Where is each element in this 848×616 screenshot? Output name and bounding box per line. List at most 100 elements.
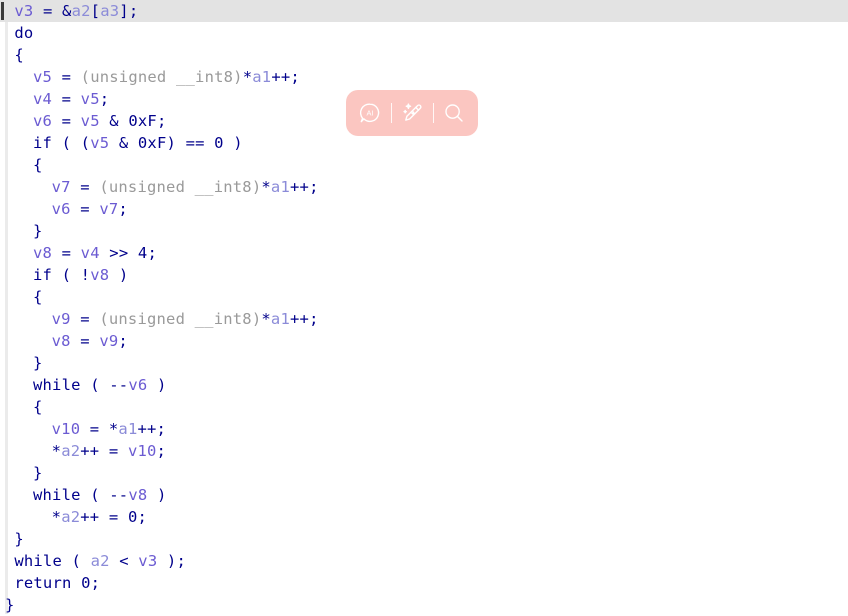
code-line[interactable]: {	[0, 154, 848, 176]
toolbar-divider-1	[390, 103, 392, 123]
code-token-punc: ;	[128, 2, 139, 20]
code-token-local: v8	[32, 244, 53, 262]
code-token-punc: ++ =	[80, 442, 128, 460]
code-token-punc: *	[242, 68, 253, 86]
code-token-punc: ;	[90, 574, 101, 592]
code-line-text: v4 = v5;	[28, 88, 109, 110]
code-token-punc: }	[32, 354, 43, 372]
code-line[interactable]: }	[0, 462, 848, 484]
code-token-local: v9	[51, 310, 71, 328]
code-token-num: 0	[214, 134, 224, 152]
code-line[interactable]: *a2++ = v10;	[0, 440, 848, 462]
code-token-local: v10	[127, 442, 157, 460]
ai-assistant-icon[interactable]: AI	[355, 98, 385, 128]
code-line[interactable]: while ( --v6 )	[0, 374, 848, 396]
code-token-punc: =	[42, 2, 53, 20]
code-token-punc: *	[51, 442, 62, 460]
code-token-kw: return	[14, 574, 72, 592]
code-token-num: 4	[137, 244, 148, 262]
code-line-text: while ( a2 < v3 );	[9, 550, 186, 572]
code-token-punc: ++;	[271, 68, 300, 86]
code-line[interactable]: v8 = v4 >> 4;	[0, 242, 848, 264]
code-token-arg: a1	[118, 420, 138, 438]
code-line[interactable]: v8 = v9;	[0, 330, 848, 352]
code-token-punc: {	[14, 46, 24, 64]
search-icon[interactable]	[439, 98, 469, 128]
ai-floating-toolbar[interactable]: AI	[346, 90, 478, 136]
code-line[interactable]: if ( !v8 )	[0, 264, 848, 286]
code-token-punc: {	[32, 288, 43, 306]
code-line-text: v3 = &a2[a3];	[9, 0, 138, 22]
code-token-punc: }	[32, 222, 43, 240]
code-token-punc: =	[52, 68, 81, 86]
code-token-local: v9	[99, 332, 119, 350]
code-editor[interactable]: v3 = &a2[a3]; do{v5 = (unsigned __int8)*a…	[0, 0, 848, 614]
code-token-local: v4	[32, 90, 53, 108]
code-token-punc: ( --	[80, 486, 129, 504]
code-token-local: v5	[80, 112, 100, 130]
code-line-text: v5 = (unsigned __int8)*a1++;	[28, 66, 300, 88]
code-line-text: {	[9, 44, 24, 66]
code-token-local: v3	[138, 552, 158, 570]
code-token-punc: ++ =	[80, 508, 128, 526]
code-token-arg: a3	[100, 2, 120, 20]
code-line-text: v8 = v4 >> 4;	[28, 242, 157, 264]
code-token-punc: ;	[156, 112, 167, 130]
code-token-punc: );	[157, 552, 186, 570]
code-token-arg: a2	[71, 2, 91, 20]
code-line-text: {	[28, 154, 43, 176]
code-token-punc: ;	[147, 244, 157, 262]
code-line-text: }	[28, 220, 43, 242]
code-line[interactable]: while ( a2 < v3 );	[0, 550, 848, 572]
code-line[interactable]: v3 = &a2[a3];	[0, 0, 848, 22]
svg-text:AI: AI	[367, 109, 374, 118]
code-token-local: v6	[128, 376, 148, 394]
code-token-punc: ) ==	[166, 134, 215, 152]
code-token-punc: =	[80, 420, 109, 438]
code-token-punc: {	[32, 398, 43, 416]
code-line[interactable]: }	[0, 528, 848, 550]
code-line[interactable]: v7 = (unsigned __int8)*a1++;	[0, 176, 848, 198]
code-token-local: v6	[32, 112, 53, 130]
code-line-text: {	[28, 286, 43, 308]
code-line[interactable]: v5 = (unsigned __int8)*a1++;	[0, 66, 848, 88]
code-line[interactable]: v6 = v7;	[0, 198, 848, 220]
code-line[interactable]: }	[0, 352, 848, 374]
code-line[interactable]: {	[0, 44, 848, 66]
code-line-text: v6 = v7;	[47, 198, 128, 220]
code-token-punc: =	[52, 244, 81, 262]
code-line[interactable]: {	[0, 396, 848, 418]
code-token-kw: if	[32, 266, 53, 284]
code-token-punc: ;	[118, 332, 128, 350]
code-line[interactable]: }	[0, 220, 848, 242]
code-line[interactable]: while ( --v8 )	[0, 484, 848, 506]
code-token-punc: *	[108, 420, 119, 438]
code-token-punc: ++;	[290, 310, 319, 328]
code-line-text: *a2++ = 0;	[47, 506, 147, 528]
code-token-punc: =	[70, 310, 100, 328]
code-line[interactable]: *a2++ = 0;	[0, 506, 848, 528]
code-token-punc: <	[109, 552, 139, 570]
code-token-punc: =	[70, 200, 100, 218]
code-line-text: return 0;	[9, 572, 100, 594]
code-line[interactable]: v10 = *a1++;	[0, 418, 848, 440]
code-line[interactable]: v9 = (unsigned __int8)*a1++;	[0, 308, 848, 330]
code-token-punc	[33, 2, 43, 20]
code-line[interactable]: do	[0, 22, 848, 44]
code-line-text: v7 = (unsigned __int8)*a1++;	[47, 176, 319, 198]
code-token-kw: do	[14, 24, 34, 42]
code-token-punc: )	[109, 266, 129, 284]
code-line[interactable]: {	[0, 286, 848, 308]
code-token-arg: a2	[61, 508, 81, 526]
code-token-punc: =	[52, 112, 81, 130]
code-token-punc: )	[147, 486, 167, 504]
code-token-local: v3	[14, 2, 34, 20]
code-token-punc: =	[70, 332, 100, 350]
code-line-text: }	[0, 594, 15, 616]
magic-pen-icon[interactable]	[397, 98, 427, 128]
code-token-punc: ;	[137, 508, 148, 526]
code-token-kw: while	[32, 376, 81, 394]
code-line[interactable]: }	[0, 594, 848, 616]
code-line[interactable]: return 0;	[0, 572, 848, 594]
code-token-kw: while	[14, 552, 62, 570]
